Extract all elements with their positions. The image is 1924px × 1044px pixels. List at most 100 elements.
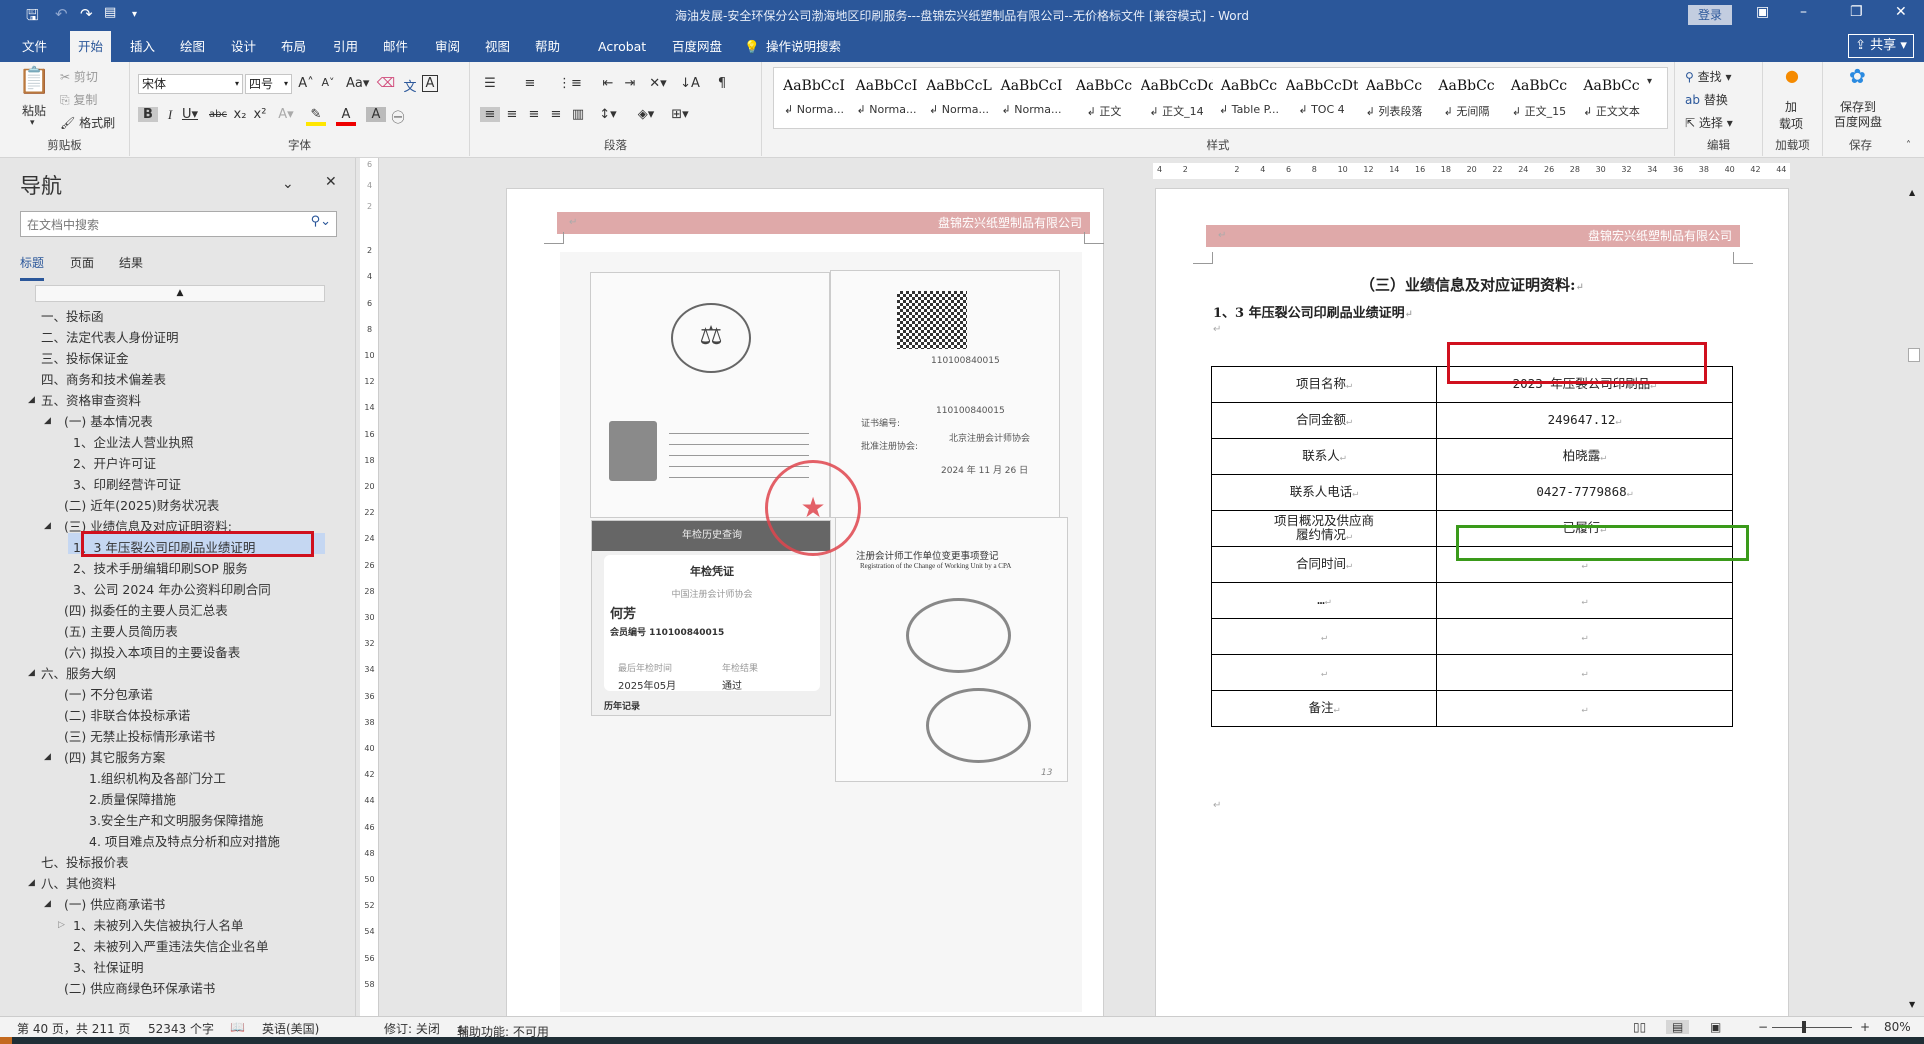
style-item[interactable]: AaBbCc ↲ 列表段落 (1358, 68, 1430, 128)
style-item[interactable]: AaBbCcI ↲ Norma... (778, 68, 850, 128)
nav-heading-item[interactable]: (一) 不分包承诺 (64, 684, 153, 705)
cut-button[interactable]: ✂ 剪切 (60, 68, 98, 85)
table-label-cell[interactable] (1211, 618, 1437, 655)
nav-heading-item[interactable]: (四) 拟委任的主要人员汇总表 (64, 600, 228, 621)
shading-icon[interactable]: ◈▾ (636, 107, 656, 122)
nav-heading-item[interactable]: 三、投标保证金 (41, 348, 129, 369)
style-item[interactable]: AaBbCcDd ↲ 正文_14 (1141, 68, 1213, 128)
collapse-triangle-icon[interactable]: ◢ (28, 390, 35, 411)
scroll-up-icon[interactable]: ▲ (1909, 188, 1915, 197)
style-item[interactable]: AaBbCc ↲ 正文_15 (1503, 68, 1575, 128)
font-color-icon[interactable]: A (336, 107, 356, 126)
zoom-out-button[interactable]: − (1758, 1020, 1768, 1034)
align-left-icon[interactable]: ≡ (480, 107, 500, 122)
scroll-down-icon[interactable]: ▼ (1909, 1000, 1915, 1009)
nav-heading-item[interactable]: (二) 供应商绿色环保承诺书 (64, 978, 215, 999)
style-item[interactable]: AaBbCcDt ↲ TOC 4 (1286, 68, 1358, 128)
align-right-icon[interactable]: ≡ (524, 107, 544, 122)
style-item[interactable]: AaBbCcL ↲ Norma... (923, 68, 995, 128)
nav-heading-item[interactable]: (一) 基本情况表 (64, 411, 153, 432)
nav-heading-item[interactable]: 四、商务和技术偏差表 (41, 369, 166, 390)
tab-2[interactable]: 插入 (122, 31, 163, 62)
nav-heading-item[interactable]: 3、公司 2024 年办公资料印刷合同 (73, 579, 271, 600)
tell-me-search[interactable]: 操作说明搜索 (758, 31, 849, 62)
nav-heading-item[interactable]: 2、开户许可证 (73, 453, 156, 474)
tab-3[interactable]: 绘图 (172, 31, 213, 62)
nav-scroll-up-button[interactable]: ▲ (35, 285, 325, 302)
nav-heading-item[interactable]: (四) 其它服务方案 (64, 747, 165, 768)
addins-button[interactable]: 加 载项 (1779, 98, 1803, 132)
subscript-button[interactable]: x₂ (230, 107, 250, 122)
word-count[interactable]: 52343 个字 (148, 1020, 214, 1037)
zoom-slider-thumb[interactable] (1802, 1021, 1806, 1033)
nav-heading-item[interactable]: 七、投标报价表 (41, 852, 129, 873)
nav-heading-item[interactable]: 五、资格审查资料 (41, 390, 141, 411)
close-icon[interactable]: ✕ (1895, 4, 1907, 20)
table-label-cell[interactable]: 项目名称 (1211, 366, 1437, 403)
format-painter-button[interactable]: 🖌 格式刷 (60, 114, 115, 131)
nav-heading-item[interactable]: 一、投标函 (41, 306, 104, 327)
horizontal-ruler[interactable]: 4 2 2 4 6 8 10 12 14 16 18 20 22 24 26 28 30 32 34 36 38 40 42… (1153, 163, 1790, 179)
paste-dropdown-icon[interactable]: ▾ (30, 118, 35, 128)
multilevel-list-icon[interactable]: ⋮≡ (558, 76, 582, 91)
table-value-cell[interactable] (1436, 654, 1733, 691)
table-value-cell[interactable]: 柏晓露 (1436, 438, 1733, 475)
increase-indent-icon[interactable]: ⇥ (620, 76, 640, 91)
collapse-triangle-icon[interactable]: ◢ (44, 747, 51, 768)
show-formatting-marks-icon[interactable]: ¶ (712, 76, 732, 91)
character-border-icon[interactable]: A (422, 75, 438, 92)
nav-heading-item[interactable]: (三) 无禁止投标情形承诺书 (64, 726, 215, 747)
track-changes-status[interactable]: 修订: 关闭 (384, 1020, 440, 1037)
login-button[interactable]: 登录 (1688, 5, 1732, 25)
distributed-icon[interactable]: ▥ (568, 107, 588, 122)
nav-tab-headings[interactable]: 标题 (20, 254, 45, 281)
collapse-triangle-icon[interactable]: ◢ (44, 411, 51, 432)
nav-heading-item[interactable]: (二) 非联合体投标承诺 (64, 705, 190, 726)
nav-heading-item[interactable]: (五) 主要人员简历表 (64, 621, 178, 642)
nav-heading-item[interactable]: 4. 项目难点及特点分析和应对措施 (89, 831, 280, 852)
nav-heading-item[interactable]: 二、法定代表人身份证明 (41, 327, 179, 348)
table-value-cell[interactable]: 249647.12 (1436, 402, 1733, 439)
save-to-netdisk-button-line2[interactable]: 百度网盘 (1834, 113, 1882, 130)
web-layout-icon[interactable]: ▣ (1710, 1020, 1721, 1034)
vertical-ruler[interactable]: 6 4 2 2 4 6 8 10 12 14 16 18 20 22 24 26 28 30 32 34 36 38 40 4… (360, 158, 379, 1016)
copy-button[interactable]: ⎘ 复制 (60, 91, 97, 108)
change-case-icon[interactable]: Aa▾ (346, 76, 369, 91)
proofing-icon[interactable]: 📖 (230, 1020, 245, 1034)
style-item[interactable]: AaBbCc ↲ 无间隔 (1431, 68, 1503, 128)
tab-12[interactable]: 百度网盘 (664, 31, 730, 62)
strikethrough-button[interactable]: abc (208, 109, 228, 120)
nav-heading-item[interactable]: 六、服务大纲 (41, 663, 116, 684)
grow-font-icon[interactable]: A˄ (296, 76, 316, 91)
table-value-cell[interactable] (1436, 618, 1733, 655)
find-button[interactable]: ⚲ 查找 ▾ (1685, 68, 1731, 85)
share-button[interactable]: ⇪ 共享 ▾ (1848, 34, 1914, 58)
collapse-triangle-icon[interactable]: ◢ (44, 516, 51, 537)
sort-icon[interactable]: ↓A (680, 76, 700, 91)
read-mode-icon[interactable]: ▯▯ (1633, 1020, 1646, 1034)
nav-heading-item[interactable]: 3.安全生产和文明服务保障措施 (89, 810, 263, 831)
replace-button[interactable]: ab 替换 (1685, 91, 1728, 108)
tab-0[interactable]: 文件 (14, 31, 55, 62)
language[interactable]: 英语(美国) (262, 1020, 319, 1037)
table-label-cell[interactable]: 联系人 (1211, 438, 1437, 475)
italic-button[interactable]: I (160, 107, 180, 123)
nav-options-icon[interactable]: ⌄ (282, 176, 294, 192)
tab-1[interactable]: 开始 (70, 31, 112, 62)
superscript-button[interactable]: x² (250, 107, 270, 122)
styles-more-icon[interactable]: ▾ (1647, 76, 1652, 87)
decrease-indent-icon[interactable]: ⇤ (598, 76, 618, 91)
nav-tab-results[interactable]: 结果 (119, 254, 143, 271)
vertical-scrollbar[interactable]: ▲ ▼ (1904, 158, 1924, 1016)
tab-10[interactable]: 帮助 (527, 31, 568, 62)
zoom-in-button[interactable]: + (1860, 1020, 1870, 1034)
collapse-ribbon-icon[interactable]: ˄ (1906, 140, 1911, 151)
numbering-icon[interactable]: ≡ (520, 76, 540, 91)
zoom-level[interactable]: 80% (1884, 1020, 1911, 1034)
style-item[interactable]: AaBbCc ↲ 正文文本 (1576, 68, 1648, 128)
nav-heading-item[interactable]: 1、企业法人营业执照 (73, 432, 193, 453)
nav-heading-item[interactable]: 2.质量保障措施 (89, 789, 176, 810)
ribbon-display-icon[interactable]: ▣ (1756, 4, 1769, 20)
search-icon[interactable]: ⚲⌄ (311, 214, 331, 229)
nav-heading-item[interactable]: 2、未被列入严重违法失信企业名单 (73, 936, 268, 957)
